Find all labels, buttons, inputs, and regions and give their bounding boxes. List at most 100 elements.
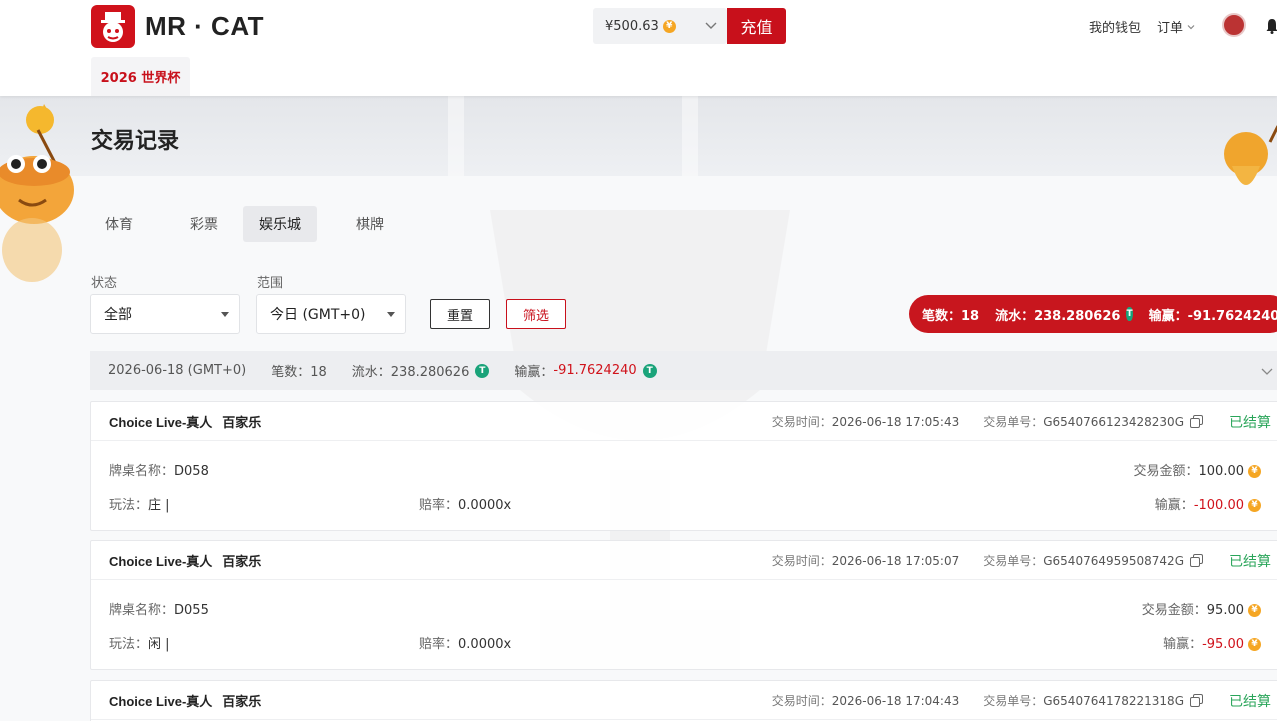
tab-worldcup-2026[interactable]: 2026 世界杯 <box>91 57 190 96</box>
honey-drop-icon <box>1224 125 1277 185</box>
summary-turnover: 流水：238.280626 <box>995 308 1121 324</box>
record-provider: Choice Live-真人 <box>109 553 213 569</box>
range-select[interactable]: 今日 (GMT+0) <box>256 294 406 334</box>
page-title: 交易记录 <box>91 129 180 154</box>
trade-time-value: 2026-06-18 17:05:07 <box>831 553 960 568</box>
top-header: MR · CAT ¥500.63 ¥ 充值 我的钱包 订单 2026 世界杯 <box>0 0 1277 96</box>
orders-label: 订单 <box>1157 21 1184 36</box>
chevron-down-icon <box>1187 24 1195 29</box>
record-card: Choice Live-真人 百家乐 交易时间： 2026-06-18 17:05… <box>90 401 1277 531</box>
date-group-header[interactable]: 2026-06-18 (GMT+0) 笔数：18 流水：238.280626 T… <box>90 351 1277 390</box>
status-select[interactable]: 全部 <box>90 294 240 334</box>
table-name-label: 牌桌名称： <box>109 464 175 479</box>
trade-time-label: 交易时间： <box>771 415 832 429</box>
usdt-tether-icon: T <box>642 363 657 378</box>
balance-amount: ¥500.63 <box>605 18 659 34</box>
gold-coin-icon: ¥ <box>1248 604 1261 617</box>
status-badge: 已结算 <box>1229 553 1271 570</box>
record-body: 牌桌名称：D058 玩法：庄 | 赔率：0.0000x 交易金额：100.00 ¥… <box>91 441 1277 530</box>
caret-down-icon <box>387 312 395 317</box>
tab-casino[interactable]: 娱乐城 <box>243 206 317 242</box>
odds-row: 赔率：0.0000x <box>419 633 511 652</box>
tab-chess-cards[interactable]: 棋牌 <box>341 206 399 242</box>
table-name-label: 牌桌名称： <box>109 603 175 618</box>
winloss-row: 输赢：-95.00 ¥ <box>1163 633 1261 652</box>
gold-coin-icon: ¥ <box>1248 638 1261 651</box>
gold-coin-icon: ¥ <box>1248 499 1261 512</box>
record-provider: Choice Live-真人 <box>109 693 213 709</box>
odds-value: 0.0000x <box>458 498 512 513</box>
play-row: 玩法：闲 | <box>109 633 170 652</box>
table-name-value: D058 <box>174 464 209 479</box>
date-group-date: 2026-06-18 (GMT+0) <box>108 363 247 378</box>
date-group-count: 笔数：18 <box>271 365 327 380</box>
play-label: 玩法： <box>109 498 149 513</box>
record-provider: Choice Live-真人 <box>109 414 213 430</box>
cat-logo-icon <box>91 5 135 48</box>
copy-icon[interactable] <box>1190 554 1203 567</box>
winloss-label: 输赢： <box>1163 637 1203 652</box>
odds-label: 赔率： <box>419 637 459 652</box>
usdt-tether-icon: T <box>475 363 490 378</box>
banner-decor <box>448 96 464 176</box>
summary-winloss: 输赢：-91.7624240 <box>1148 308 1277 324</box>
table-name-row: 牌桌名称：D055 <box>109 599 209 618</box>
status-select-value: 全部 <box>104 307 132 323</box>
record-card: Choice Live-真人 百家乐 交易时间： 2026-06-18 17:04… <box>90 680 1277 721</box>
trade-time-label: 交易时间： <box>771 554 832 568</box>
copy-icon[interactable] <box>1190 694 1203 707</box>
date-group-winloss-value: -91.7624240 <box>553 363 637 378</box>
gold-coin-icon: ¥ <box>662 19 676 33</box>
orders-menu[interactable]: 订单 <box>1157 17 1196 36</box>
trade-no-label: 交易单号： <box>983 415 1044 429</box>
amount-row: 交易金额：95.00 ¥ <box>1142 599 1261 618</box>
trade-no-label: 交易单号： <box>983 554 1044 568</box>
play-label: 玩法： <box>109 637 149 652</box>
filter-button[interactable]: 筛选 <box>506 299 566 329</box>
play-value: 闲 | <box>148 637 170 652</box>
amount-label: 交易金额： <box>1133 464 1199 479</box>
odds-label: 赔率： <box>419 498 459 513</box>
record-card: Choice Live-真人 百家乐 交易时间： 2026-06-18 17:05… <box>90 540 1277 670</box>
avatar[interactable] <box>1222 13 1246 37</box>
category-tabs: 体育 彩票 娱乐城 棋牌 <box>91 206 425 242</box>
winloss-value: -95.00 <box>1202 637 1244 652</box>
range-filter-label: 范围 <box>257 276 284 291</box>
winloss-value: -100.00 <box>1193 498 1244 513</box>
tab-sports[interactable]: 体育 <box>91 206 149 242</box>
record-game: 百家乐 <box>222 693 262 709</box>
bell-icon[interactable] <box>1266 18 1277 34</box>
brand-logo[interactable]: MR · CAT <box>91 5 264 48</box>
reset-button[interactable]: 重置 <box>430 299 490 329</box>
mascot-character-icon <box>0 104 74 282</box>
record-meta: 交易时间： 2026-06-18 17:04:43 交易单号： G6540764… <box>772 681 1271 720</box>
amount-row: 交易金额：100.00 ¥ <box>1133 460 1261 479</box>
wallet-link[interactable]: 我的钱包 <box>1089 17 1141 36</box>
record-header: Choice Live-真人 百家乐 交易时间： 2026-06-18 17:05… <box>91 541 1277 580</box>
summary-count: 笔数：18 <box>922 308 980 324</box>
chevron-down-icon[interactable] <box>1260 364 1274 378</box>
record-game: 百家乐 <box>222 414 262 430</box>
table-name-row: 牌桌名称：D058 <box>109 460 209 479</box>
winloss-label: 输赢： <box>1154 498 1194 513</box>
recharge-button[interactable]: 充值 <box>727 8 786 44</box>
table-name-value: D055 <box>174 603 209 618</box>
trade-no-value: G6540764959508742G <box>1043 553 1184 568</box>
trade-time-value: 2026-06-18 17:04:43 <box>831 693 960 708</box>
balance-dropdown[interactable]: ¥500.63 ¥ <box>593 8 727 44</box>
status-badge: 已结算 <box>1229 414 1271 431</box>
tab-lottery[interactable]: 彩票 <box>175 206 233 242</box>
status-badge: 已结算 <box>1229 693 1271 710</box>
record-game: 百家乐 <box>222 553 262 569</box>
usdt-tether-icon: T <box>1126 307 1133 321</box>
date-group-winloss-label: 输赢： <box>514 365 554 380</box>
summary-pill: 笔数：18 流水：238.280626 T 输赢：-91.7624240 T <box>909 295 1277 333</box>
record-meta: 交易时间： 2026-06-18 17:05:43 交易单号： G6540766… <box>772 402 1271 441</box>
record-header: Choice Live-真人 百家乐 交易时间： 2026-06-18 17:05… <box>91 402 1277 441</box>
record-title: Choice Live-真人 百家乐 <box>109 412 261 431</box>
play-value: 庄 | <box>148 498 170 513</box>
amount-value: 100.00 <box>1198 464 1245 479</box>
trade-time-label: 交易时间： <box>771 694 832 708</box>
play-row: 玩法：庄 | <box>109 494 170 513</box>
copy-icon[interactable] <box>1190 415 1203 428</box>
